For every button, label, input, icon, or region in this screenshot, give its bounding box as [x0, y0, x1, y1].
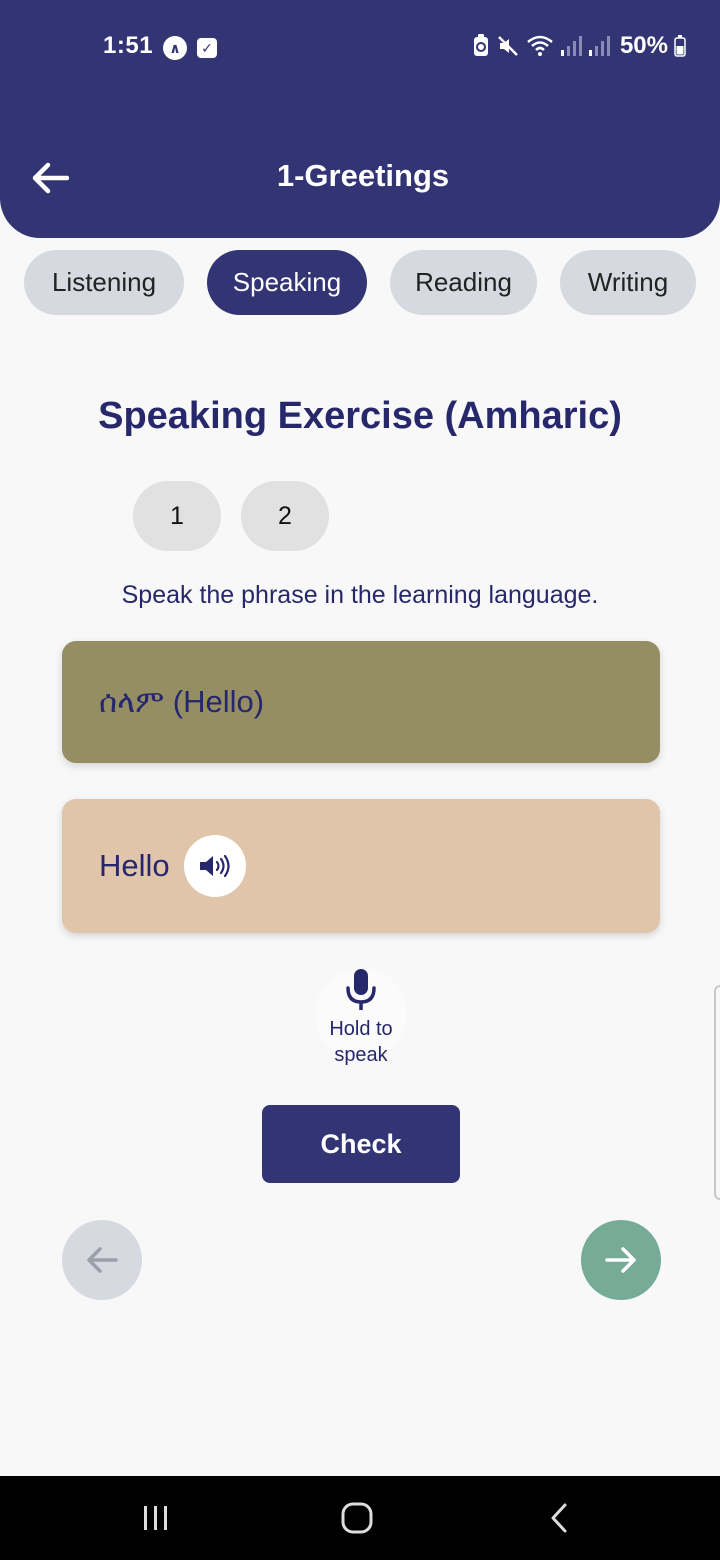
- scroll-indicator[interactable]: [714, 985, 720, 1200]
- recent-apps-icon: [144, 1506, 167, 1530]
- previous-button[interactable]: [62, 1220, 142, 1300]
- home-button[interactable]: [317, 1476, 397, 1560]
- next-button[interactable]: [581, 1220, 661, 1300]
- mic-label: Hold to speak: [311, 1016, 411, 1068]
- recent-apps-button[interactable]: [116, 1476, 196, 1560]
- system-back-button[interactable]: [519, 1476, 599, 1560]
- battery-saver-icon: [473, 34, 488, 56]
- chevron-left-icon: [551, 1503, 567, 1533]
- phrase-text: ሰላም (Hello): [99, 683, 265, 719]
- speaker-icon: [199, 854, 230, 878]
- exercise-page-2[interactable]: 2: [241, 481, 329, 551]
- page-title: 1-Greetings: [276, 158, 450, 193]
- wifi-icon: [527, 35, 553, 56]
- signal-icon: [560, 36, 582, 56]
- mute-icon: [498, 36, 518, 56]
- mic-label-line2: speak: [334, 1044, 388, 1066]
- app-header: 1:51 ∧ ✓ 50% 1-Greetings: [0, 0, 720, 238]
- skill-tabs: Listening Speaking Reading Writing: [0, 250, 720, 315]
- nav-arrow-icon: ∧: [163, 36, 187, 60]
- microphone-icon: [346, 969, 376, 1010]
- arrow-right-icon: [605, 1247, 636, 1273]
- system-navigation-bar: [0, 1476, 720, 1560]
- battery-percent: 50%: [619, 32, 668, 59]
- tab-speaking[interactable]: Speaking: [207, 250, 367, 315]
- arrow-left-icon: [87, 1247, 118, 1273]
- play-audio-button[interactable]: [183, 835, 246, 897]
- phrase-card: ሰላም (Hello): [62, 641, 660, 763]
- battery-icon: [674, 35, 686, 57]
- translation-text: Hello: [99, 848, 170, 883]
- instruction-text: Speak the phrase in the learning languag…: [121, 581, 599, 609]
- tab-reading[interactable]: Reading: [390, 250, 537, 315]
- check-button[interactable]: Check: [262, 1105, 460, 1183]
- check-square-icon: ✓: [197, 38, 217, 58]
- exercise-page-1[interactable]: 1: [133, 481, 221, 551]
- exercise-title: Speaking Exercise (Amharic): [98, 395, 622, 437]
- mic-label-line1: Hold to: [329, 1018, 393, 1040]
- tab-listening[interactable]: Listening: [24, 250, 184, 315]
- home-icon: [341, 1502, 373, 1534]
- status-right: 50%: [472, 32, 686, 60]
- translation-card: Hello: [62, 799, 660, 933]
- status-time: 1:51: [103, 32, 154, 59]
- hold-to-speak-button[interactable]: Hold to speak: [315, 968, 407, 1078]
- signal-icon: [588, 36, 610, 56]
- tab-writing[interactable]: Writing: [560, 250, 696, 315]
